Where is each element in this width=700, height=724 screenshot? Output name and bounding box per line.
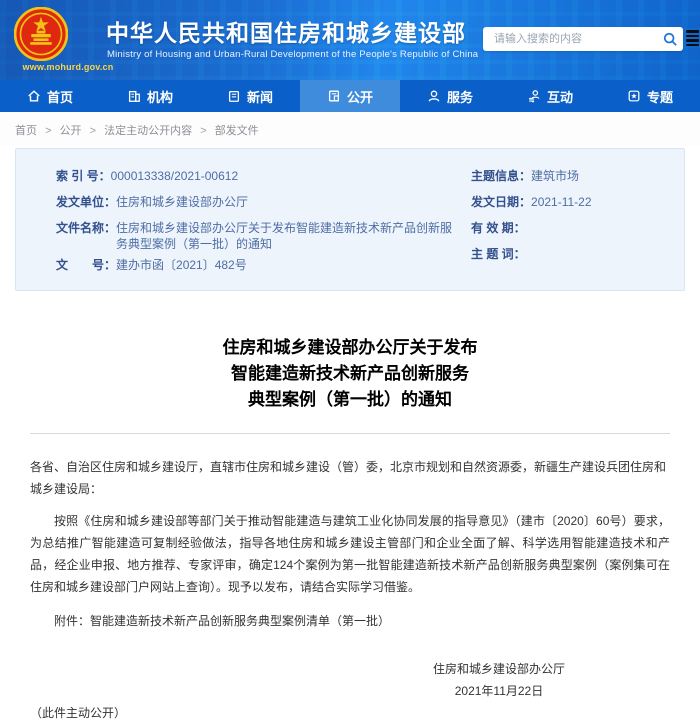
attachment-line: 附件：智能建造新技术新产品创新服务典型案例清单（第一批） [30,610,670,632]
meta-value: 000013338/2021-00612 [111,163,238,189]
home-icon [27,89,41,103]
nav-item-interaction[interactable]: 互动 [500,80,600,112]
disclosure-note: （此件主动公开） [30,702,670,724]
document-body: 各省、自治区住房和城乡建设厅，直辖市住房和城乡建设（管）委，北京市规划和自然资源… [30,456,670,724]
meta-label: 主题信息： [471,163,531,189]
nav-label: 机构 [147,87,173,106]
meta-label: 发文日期： [471,189,531,215]
document-title-line-3: 典型案例（第一批）的通知 [30,387,670,413]
site-url: www.mohurd.gov.cn [8,62,128,72]
nav-label: 专题 [647,87,673,106]
meta-row-index-number: 索 引 号： 000013338/2021-00612 [56,163,456,189]
building-icon [127,89,141,103]
meta-row-issuing-unit: 发文单位： 住房和城乡建设部办公厅 [56,189,456,215]
salutation-line: 各省、自治区住房和城乡建设厅，直辖市住房和城乡建设（管）委，北京市规划和自然资源… [30,456,670,500]
hamburger-menu-icon[interactable] [686,30,699,46]
document-content: 住房和城乡建设部办公厅关于发布 智能建造新技术新产品创新服务 典型案例（第一批）… [0,335,700,724]
nav-item-organization[interactable]: 机构 [100,80,200,112]
breadcrumb-item-public[interactable]: 公开 [60,125,82,137]
document-icon [327,89,341,103]
signature-block: 住房和城乡建设部办公厅 2021年11月22日 [433,658,565,702]
breadcrumb-separator: > [45,125,51,137]
metadata-right-column: 主题信息： 建筑市场 发文日期： 2021-11-22 有 效 期： 主 题 词… [456,163,684,278]
star-square-icon [627,89,641,103]
meta-row-document-name: 文件名称： 住房和城乡建设部办公厅关于发布智能建造新技术新产品创新服务典型案例（… [56,215,456,252]
national-emblem-logo [14,7,68,61]
nav-label: 服务 [447,87,473,106]
document-title-line-1: 住房和城乡建设部办公厅关于发布 [30,335,670,361]
main-paragraph: 按照《住房和城乡建设部等部门关于推动智能建造与建筑工业化协同发展的指导意见》（建… [30,510,670,598]
meta-label: 发文单位： [56,189,116,215]
nav-label: 新闻 [247,87,273,106]
meta-row-validity-period: 有 效 期： [471,215,684,241]
search-button[interactable] [657,27,683,51]
meta-value: 2021-11-22 [531,189,592,215]
breadcrumb-separator: > [200,125,206,137]
site-header: www.mohurd.gov.cn 中华人民共和国住房和城乡建设部 Minist… [0,0,700,80]
site-title: 中华人民共和国住房和城乡建设部 [106,14,466,48]
document-metadata-panel: 索 引 号： 000013338/2021-00612 发文单位： 住房和城乡建… [15,148,685,291]
main-navigation: 首页 机构 新闻 公开 服务 [0,80,700,112]
search-icon [663,32,677,46]
meta-row-issue-date: 发文日期： 2021-11-22 [471,189,684,215]
nav-label: 首页 [47,87,73,106]
meta-value: 建办市函〔2021〕482号 [116,252,247,278]
document-title: 住房和城乡建设部办公厅关于发布 智能建造新技术新产品创新服务 典型案例（第一批）… [30,335,670,413]
meta-value: 建筑市场 [531,163,579,189]
meta-value: 住房和城乡建设部办公厅关于发布智能建造新技术新产品创新服务典型案例（第一批）的通… [116,215,456,252]
breadcrumb-item-ministry-documents[interactable]: 部发文件 [215,125,259,137]
search-box[interactable] [483,27,683,51]
nav-item-public-disclosure[interactable]: 公开 [300,80,400,112]
title-divider [30,433,670,434]
signature-date: 2021年11月22日 [433,680,565,702]
meta-value: 住房和城乡建设部办公厅 [116,189,248,215]
meta-label: 主 题 词： [471,241,526,267]
nav-label: 互动 [547,87,573,106]
meta-row-subject-info: 主题信息： 建筑市场 [471,163,684,189]
person-icon [427,89,441,103]
nav-item-special-topics[interactable]: 专题 [600,80,700,112]
breadcrumb-item-home[interactable]: 首页 [15,125,37,137]
breadcrumb: 首页 > 公开 > 法定主动公开内容 > 部发文件 [0,112,700,146]
metadata-left-column: 索 引 号： 000013338/2021-00612 发文单位： 住房和城乡建… [16,163,456,278]
breadcrumb-separator: > [90,125,96,137]
nav-label: 公开 [347,87,373,106]
search-input[interactable] [492,32,657,46]
meta-label: 文件名称： [56,215,116,252]
interaction-icon [527,89,541,103]
nav-item-services[interactable]: 服务 [400,80,500,112]
site-subtitle: Ministry of Housing and Urban-Rural Deve… [107,49,478,60]
meta-label: 文 号： [56,252,116,278]
signer-name: 住房和城乡建设部办公厅 [433,658,565,680]
document-title-line-2: 智能建造新技术新产品创新服务 [30,361,670,387]
meta-label: 有 效 期： [471,215,526,241]
meta-row-document-number: 文 号： 建办市函〔2021〕482号 [56,252,456,278]
nav-item-home[interactable]: 首页 [0,80,100,112]
nav-item-news[interactable]: 新闻 [200,80,300,112]
breadcrumb-item-statutory-content[interactable]: 法定主动公开内容 [104,125,192,137]
meta-row-keywords: 主 题 词： [471,241,684,267]
news-icon [227,89,241,103]
meta-label: 索 引 号： [56,163,111,189]
